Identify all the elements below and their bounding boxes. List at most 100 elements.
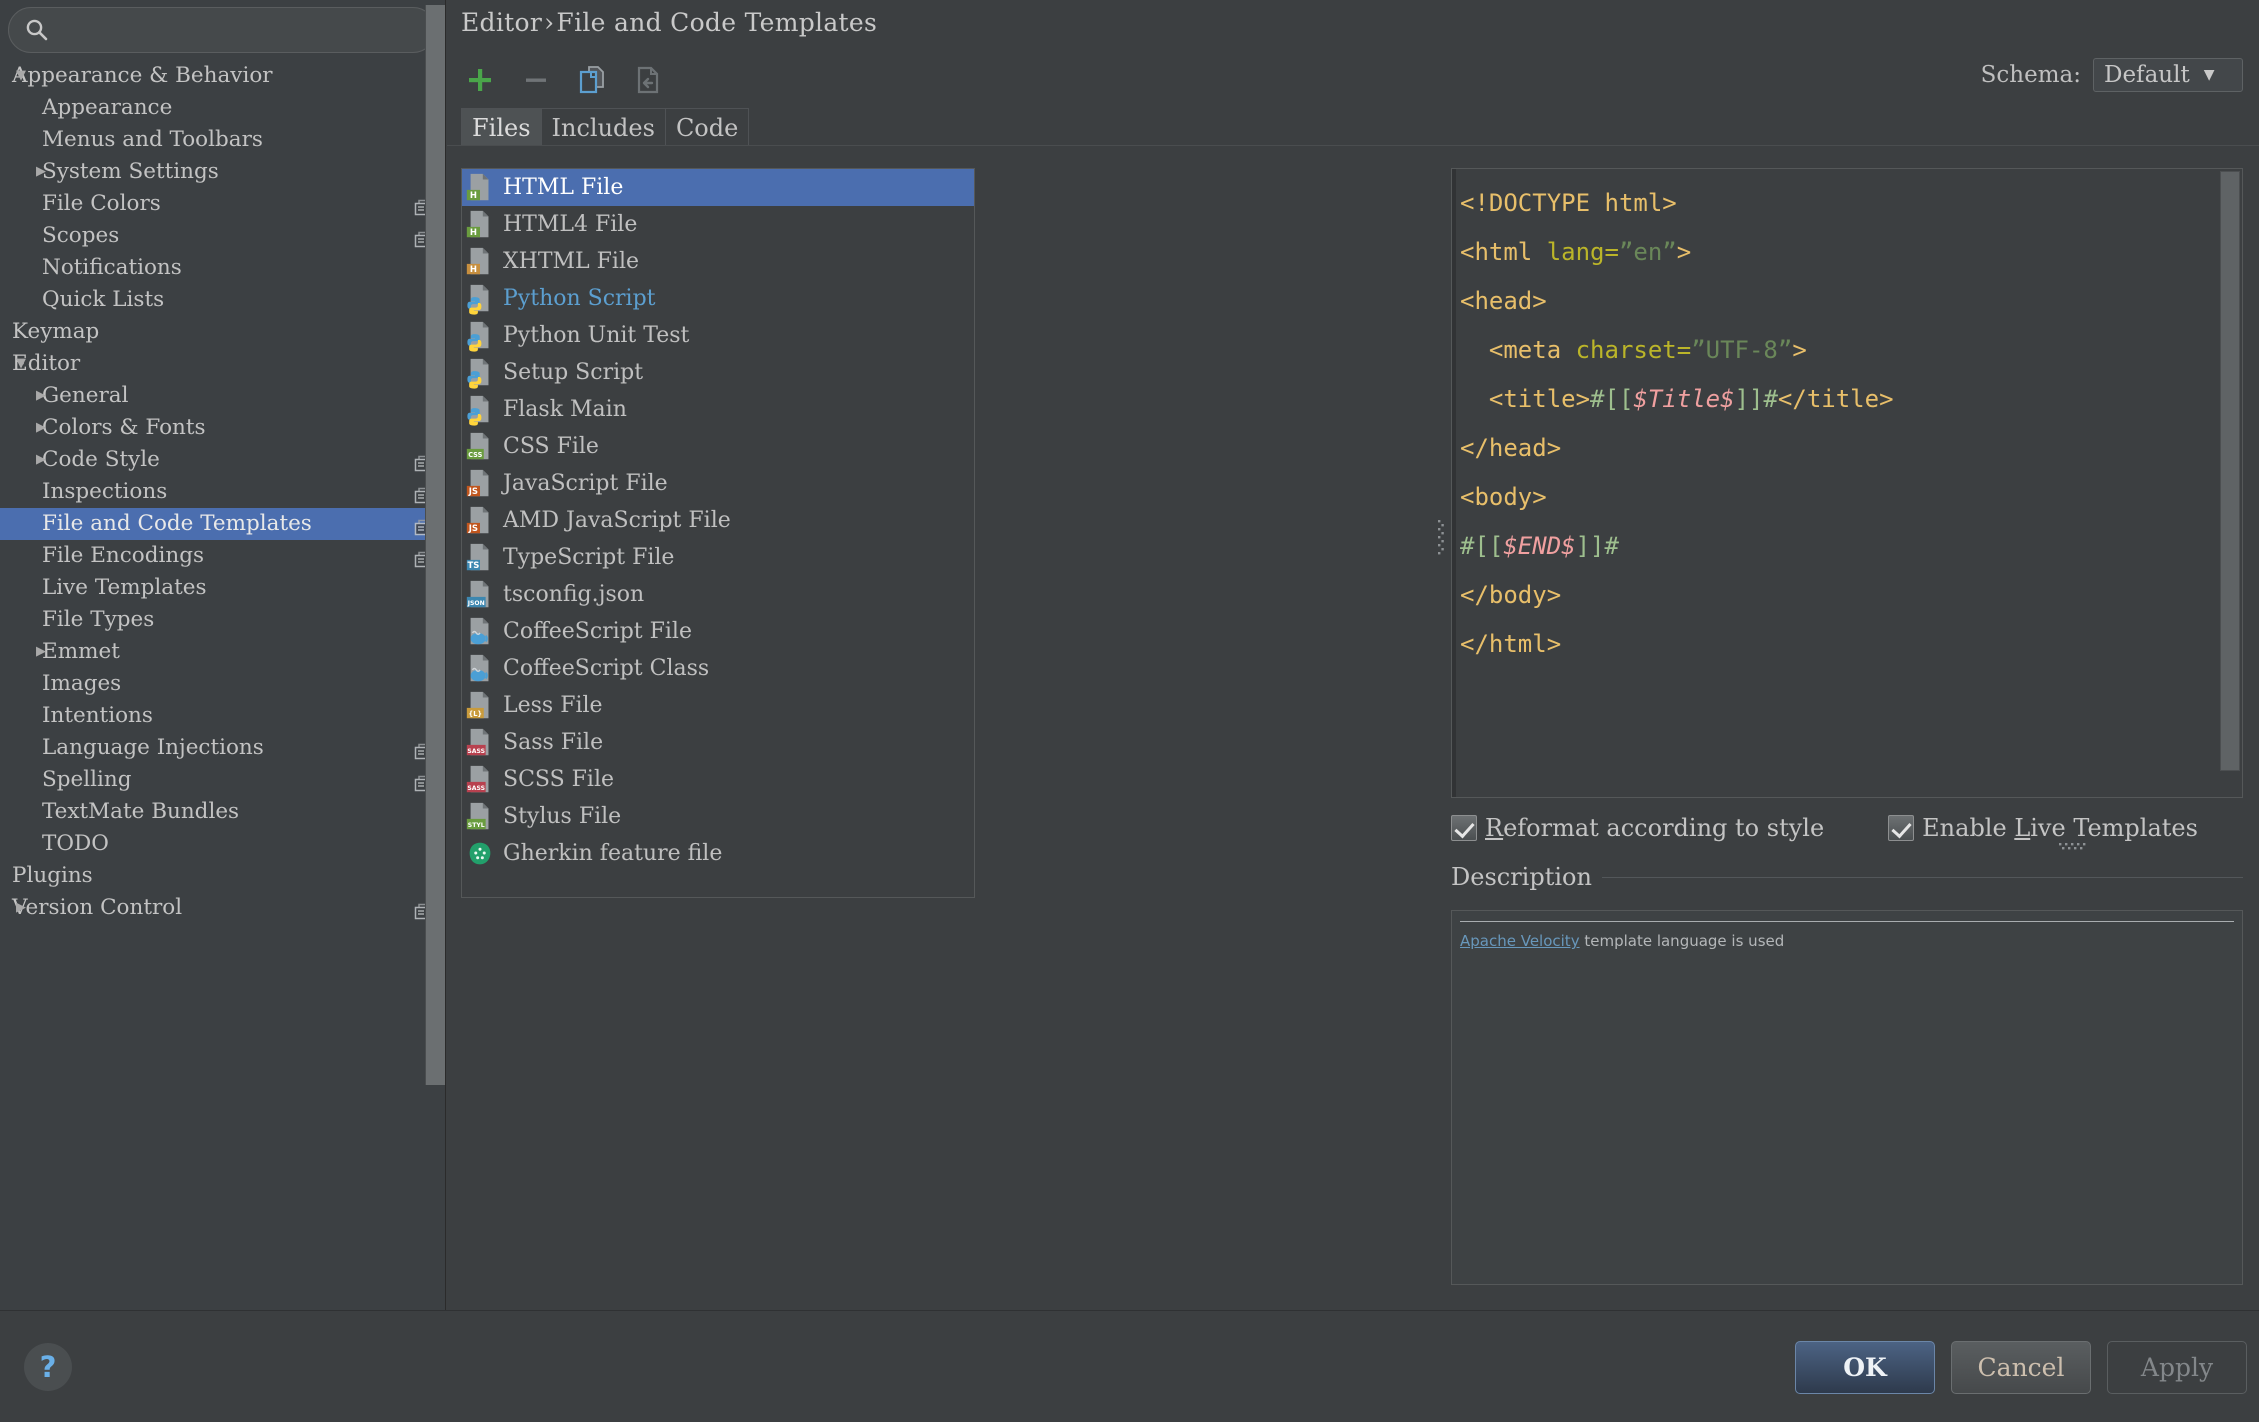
template-list[interactable]: H HTML File H HTML4 File H XHTML File Python S…: [461, 168, 975, 898]
live-templates-checkbox[interactable]: Enable Live Templates: [1888, 814, 2198, 842]
tab-includes[interactable]: Includes: [541, 108, 666, 146]
sidebar-item-todo[interactable]: TODO: [0, 828, 445, 860]
sidebar-item-system-settings[interactable]: ▶ System Settings: [0, 156, 445, 188]
schema-dropdown[interactable]: Default ▼: [2093, 58, 2243, 92]
template-list-item[interactable]: {L} Less File: [462, 687, 974, 724]
description-box[interactable]: Apache Velocity template language is use…: [1451, 910, 2243, 1285]
template-list-item[interactable]: CoffeeScript File: [462, 613, 974, 650]
sidebar-item-general[interactable]: ▶ General: [0, 380, 445, 412]
tab-code[interactable]: Code: [665, 108, 750, 146]
code-line: <!DOCTYPE html>: [1460, 179, 2208, 228]
splitter-grip-icon: [1438, 518, 1444, 558]
sidebar-item-inspections[interactable]: Inspections: [0, 476, 445, 508]
chevron-right-icon[interactable]: ▶: [26, 156, 56, 188]
template-list-item[interactable]: JSON tsconfig.json: [462, 576, 974, 613]
chevron-down-icon[interactable]: ▼: [6, 60, 36, 92]
sidebar-scrollbar[interactable]: [425, 5, 445, 1085]
template-code-editor[interactable]: <!DOCTYPE html> <html lang=”en”> <head> <m…: [1451, 168, 2243, 798]
chevron-right-icon[interactable]: ▶: [26, 380, 56, 412]
sidebar-item-label: System Settings: [42, 159, 219, 184]
template-category-tabs: Files Includes Code: [461, 108, 750, 146]
remove-template-button[interactable]: [517, 61, 555, 99]
json-file-icon: JSON: [465, 579, 495, 611]
breadcrumb-root[interactable]: Editor: [461, 8, 542, 37]
chevron-right-icon[interactable]: ▶: [26, 636, 56, 668]
sidebar-item-quick-lists[interactable]: Quick Lists: [0, 284, 445, 316]
template-list-item[interactable]: CoffeeScript Class: [462, 650, 974, 687]
sidebar-item-appearance[interactable]: Appearance: [0, 92, 445, 124]
cancel-button[interactable]: Cancel: [1951, 1341, 2091, 1394]
editor-code-content[interactable]: <!DOCTYPE html> <html lang=”en”> <head> <m…: [1460, 179, 2208, 797]
template-list-item[interactable]: H HTML File: [462, 169, 974, 206]
sidebar-item-menus-and-toolbars[interactable]: Menus and Toolbars: [0, 124, 445, 156]
template-list-item[interactable]: H XHTML File: [462, 243, 974, 280]
chevron-right-icon[interactable]: ▶: [6, 892, 36, 924]
sidebar-item-language-injections[interactable]: Language Injections: [0, 732, 445, 764]
template-list-item[interactable]: CSS CSS File: [462, 428, 974, 465]
reformat-checkbox[interactable]: Reformat according to style: [1451, 814, 1824, 842]
tab-files[interactable]: Files: [461, 108, 542, 146]
ok-button[interactable]: OK: [1795, 1341, 1935, 1394]
sidebar-item-code-style[interactable]: ▶ Code Style: [0, 444, 445, 476]
copy-template-icon[interactable]: [573, 61, 611, 99]
svg-text:SASS: SASS: [467, 747, 485, 754]
sidebar-item-notifications[interactable]: Notifications: [0, 252, 445, 284]
apply-button[interactable]: Apply: [2107, 1341, 2247, 1394]
template-list-item[interactable]: STYL Stylus File: [462, 798, 974, 835]
code-token: </body>: [1460, 581, 1562, 609]
template-list-item-label: Sass File: [503, 729, 604, 755]
sidebar-item-file-encodings[interactable]: File Encodings: [0, 540, 445, 572]
dialog-footer: ? OK Cancel Apply: [0, 1310, 2259, 1422]
sidebar-item-editor[interactable]: ▼ Editor: [0, 348, 445, 380]
apache-velocity-link[interactable]: Apache Velocity: [1460, 932, 1580, 950]
sidebar-item-images[interactable]: Images: [0, 668, 445, 700]
template-list-item[interactable]: SASS SCSS File: [462, 761, 974, 798]
template-list-item[interactable]: Flask Main: [462, 391, 974, 428]
template-list-item[interactable]: Python Unit Test: [462, 317, 974, 354]
help-button[interactable]: ?: [24, 1343, 72, 1391]
sidebar-item-file-types[interactable]: File Types: [0, 604, 445, 636]
sidebar-item-textmate-bundles[interactable]: TextMate Bundles: [0, 796, 445, 828]
coffeescript-file-icon: [465, 616, 495, 648]
sidebar-item-scopes[interactable]: Scopes: [0, 220, 445, 252]
sidebar-item-file-and-code-templates[interactable]: File and Code Templates: [0, 508, 445, 540]
add-template-button[interactable]: [461, 61, 499, 99]
sidebar-item-label: Notifications: [42, 255, 182, 280]
sidebar-item-emmet[interactable]: ▶ Emmet: [0, 636, 445, 668]
sidebar-item-file-colors[interactable]: File Colors: [0, 188, 445, 220]
sidebar-item-keymap[interactable]: Keymap: [0, 316, 445, 348]
sidebar-item-live-templates[interactable]: Live Templates: [0, 572, 445, 604]
chevron-right-icon[interactable]: ▶: [26, 412, 56, 444]
template-list-item-label: Python Script: [503, 285, 656, 311]
template-list-item[interactable]: H HTML4 File: [462, 206, 974, 243]
sidebar-item-plugins[interactable]: Plugins: [0, 860, 445, 892]
chevron-down-icon[interactable]: ▼: [6, 348, 36, 380]
template-list-item-label: Setup Script: [503, 359, 644, 385]
sidebar-item-spelling[interactable]: Spelling: [0, 764, 445, 796]
sidebar-item-colors-fonts[interactable]: ▶ Colors & Fonts: [0, 412, 445, 444]
sidebar-item-intentions[interactable]: Intentions: [0, 700, 445, 732]
vertical-splitter[interactable]: [1435, 168, 1447, 898]
reset-to-default-icon[interactable]: [629, 61, 667, 99]
template-list-item[interactable]: Setup Script: [462, 354, 974, 391]
search-input[interactable]: [50, 19, 435, 41]
sidebar-item-label: Images: [42, 671, 122, 696]
code-token: <body>: [1460, 483, 1547, 511]
search-box[interactable]: [8, 7, 436, 53]
sidebar-item-label: TODO: [42, 831, 109, 856]
template-list-item[interactable]: JS JavaScript File: [462, 465, 974, 502]
svg-text:CSS: CSS: [468, 450, 482, 458]
editor-scrollbar[interactable]: [2220, 171, 2240, 771]
template-list-item-label: Less File: [503, 692, 603, 718]
horizontal-splitter[interactable]: [2057, 836, 2097, 850]
template-list-item[interactable]: JS AMD JavaScript File: [462, 502, 974, 539]
chevron-right-icon[interactable]: ▶: [26, 444, 56, 476]
sidebar-item-label: File Colors: [42, 191, 161, 216]
template-list-item[interactable]: TS TypeScript File: [462, 539, 974, 576]
js-file-icon: JS: [465, 468, 495, 500]
sidebar-item-appearance-behavior[interactable]: ▼ Appearance & Behavior: [0, 60, 445, 92]
template-list-item[interactable]: Python Script: [462, 280, 974, 317]
template-list-item[interactable]: SASS Sass File: [462, 724, 974, 761]
sidebar-item-version-control[interactable]: ▶ Version Control: [0, 892, 445, 924]
template-list-item[interactable]: Gherkin feature file: [462, 835, 974, 872]
